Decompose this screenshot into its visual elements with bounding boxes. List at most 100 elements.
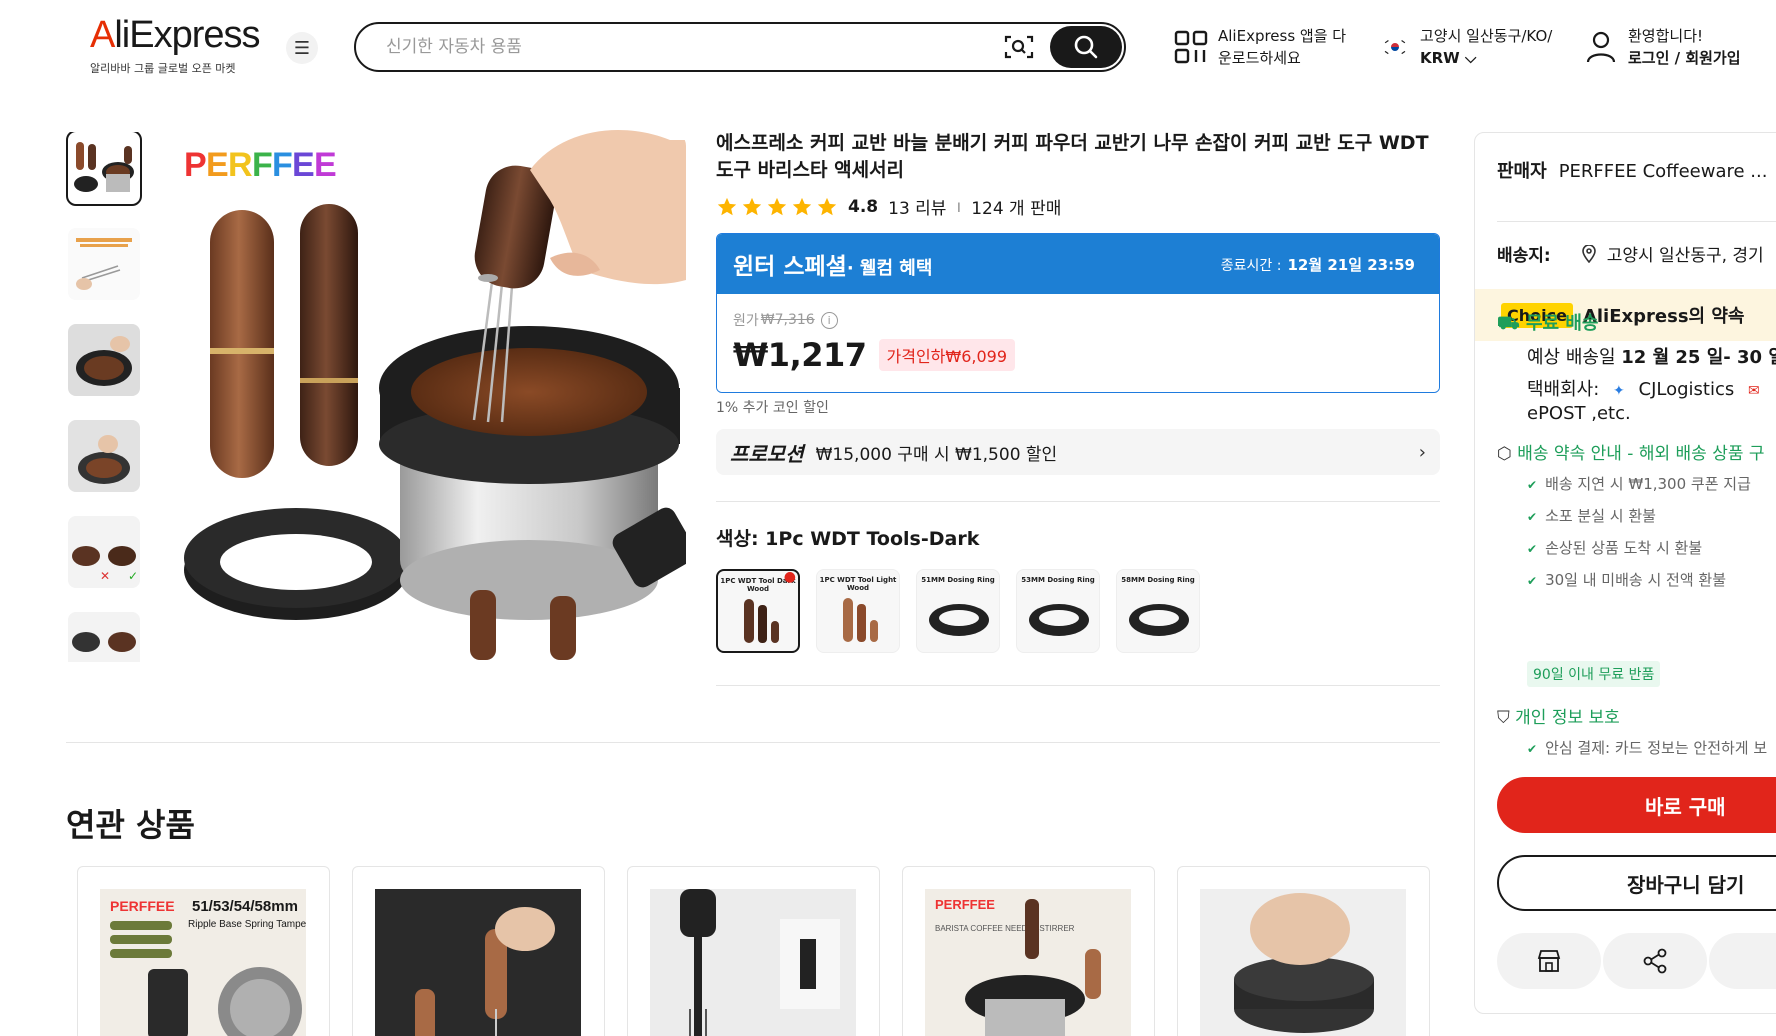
ship-from-value: 고양시 일산동구, 경기: [1606, 246, 1764, 266]
menu-icon[interactable]: ☰: [286, 32, 318, 64]
korea-flag-icon: [1382, 38, 1408, 56]
eta-value: 12 월 25 일- 30 일: [1621, 347, 1776, 368]
sold-count: 124 개 판매: [971, 199, 1062, 219]
guarantee-row[interactable]: ⬡ 배송 약속 안내 - 해외 배송 상품 구: [1497, 439, 1765, 464]
promo-price-box: 윈터 스페셜· 웰컴 혜택 종료시간 : 12월 21일 23:59 원가 ₩7,3…: [716, 233, 1440, 393]
wishlist-button[interactable]: [1709, 933, 1776, 989]
free-shipping-text: 무료 배송: [1525, 313, 1599, 334]
check-icon: ✔: [1527, 742, 1538, 756]
check-icon: ✔: [1527, 478, 1538, 492]
coin-discount-note: 1% 추가 코인 할인: [716, 400, 829, 416]
variant-swatch-4[interactable]: 53MM Dosing Ring: [1016, 569, 1100, 653]
seller-name[interactable]: PERFFEE Coffeeware ...: [1559, 161, 1768, 182]
original-price: ₩7,316: [760, 312, 815, 328]
price-area: 원가 ₩7,316 i ₩1,217 가격인하₩6,099: [717, 294, 1439, 392]
variant-swatch-3[interactable]: 51MM Dosing Ring: [916, 569, 1000, 653]
account-menu[interactable]: 환영합니다! 로그인 / 회원가입: [1586, 22, 1741, 72]
ship-from-row[interactable]: 배송지: 고양시 일산동구, 경기: [1497, 241, 1764, 266]
promo-sub: · 웰컴 혜택: [846, 258, 933, 279]
thumbnail-4[interactable]: [68, 420, 140, 492]
related-product-card[interactable]: [627, 866, 880, 1036]
logo-tagline: 알리바바 그룹 글로벌 오픈 마켓: [90, 62, 236, 75]
promo-name: 윈터 스페셜: [733, 254, 847, 280]
variant-caption: 53MM Dosing Ring: [1021, 576, 1095, 584]
region-selector[interactable]: 고양시 일산동구/KO/ KRW ⌵: [1382, 22, 1552, 72]
variant-caption: 1PC WDT Tool Light Wood: [819, 576, 897, 592]
current-price: ₩1,217: [733, 336, 867, 374]
chevron-right-icon: ›: [1418, 441, 1426, 463]
carrier-row: 택배회사: ✦ CJLogistics ✉: [1527, 375, 1760, 401]
thumbnail-2[interactable]: [68, 228, 140, 300]
user-icon: [1586, 31, 1616, 63]
app-download-text: AliExpress 앱을 다운로드하세요: [1218, 27, 1347, 67]
seller-row[interactable]: 판매자 PERFFEE Coffeeware ...: [1497, 157, 1767, 183]
svg-text:✕: ✕: [100, 569, 110, 583]
variant-swatch-5[interactable]: 58MM Dosing Ring: [1116, 569, 1200, 653]
search-input[interactable]: [386, 34, 1006, 60]
original-price-label: 원가: [733, 313, 759, 329]
free-shipping-row: ⛟ 무료 배송: [1497, 309, 1598, 337]
location-pin-icon: [1581, 244, 1596, 263]
main-product-image[interactable]: P E R F F E E: [170, 130, 686, 660]
review-count[interactable]: 13 리뷰: [888, 194, 946, 219]
svg-text:✓: ✓: [128, 569, 138, 583]
aliexpress-logo[interactable]: AliExpress 알리바바 그룹 글로벌 오픈 마켓: [90, 14, 261, 76]
related-product-card[interactable]: [1177, 866, 1430, 1036]
separator: ı: [956, 196, 962, 217]
guarantee-item: ✔ 손상된 상품 도착 시 환불: [1527, 537, 1702, 558]
variant-label: 색상: 1Pc WDT Tools-Dark: [716, 528, 980, 550]
share-button[interactable]: [1603, 933, 1707, 989]
carrier-name: CJLogistics: [1638, 379, 1735, 400]
related-products: PERFFEE 51/53/54/58mm Ripple Base Spring…: [77, 866, 1430, 1036]
svg-text:E: E: [206, 146, 229, 184]
image-search-icon[interactable]: [1004, 34, 1034, 60]
divider: [716, 685, 1440, 686]
add-to-cart-button[interactable]: 장바구니 담기: [1497, 855, 1776, 911]
thumbnail-1[interactable]: [66, 132, 142, 206]
guarantee-text: 30일 내 미배송 시 전액 환불: [1545, 571, 1726, 589]
search-bar: [354, 22, 1126, 72]
logo-rest: liExpress: [114, 14, 260, 56]
info-icon[interactable]: i: [820, 311, 838, 329]
related-product-image: PERFFEE 51/53/54/58mm Ripple Base Spring…: [100, 889, 306, 1036]
purchase-panel: 판매자 PERFFEE Coffeeware ... 배송지: 고양시 일산동구,…: [1474, 132, 1776, 1014]
truck-icon: ⛟: [1497, 313, 1520, 334]
related-product-card[interactable]: PERFFEE 51/53/54/58mm Ripple Base Spring…: [77, 866, 330, 1036]
variant-swatch-1[interactable]: 1PC WDT Tool Dark Wood ●: [716, 569, 800, 653]
store-button[interactable]: [1497, 933, 1601, 989]
privacy-item: ✔ 안심 결제: 카드 정보는 안전하게 보: [1527, 737, 1767, 758]
guarantee-text: 손상된 상품 도착 시 환불: [1545, 539, 1703, 557]
privacy-row[interactable]: ⛉ 개인 정보 보호: [1497, 703, 1620, 728]
promo-end-time: 12월 21일 23:59: [1287, 255, 1415, 274]
variant-swatches: 1PC WDT Tool Dark Wood ● 1PC WDT Tool Li…: [716, 569, 1440, 653]
thumbnail-image: [68, 612, 140, 662]
rating-row: 4.8 13 리뷰 ı 124 개 판매: [716, 194, 1440, 219]
related-product-card[interactable]: PERFFEE BARISTA COFFEE NEEDLE STIRRER: [902, 866, 1155, 1036]
discount-badge: 가격인하₩6,099: [878, 339, 1016, 371]
thumbnail-3[interactable]: [68, 324, 140, 396]
carrier-more: ePOST ,etc.: [1527, 403, 1631, 424]
privacy-note: 안심 결제: 카드 정보는 안전하게 보: [1545, 739, 1768, 757]
search-button[interactable]: [1050, 26, 1122, 68]
promo-end-label: 종료시간 :: [1220, 257, 1282, 274]
top-header: AliExpress 알리바바 그룹 글로벌 오픈 마켓 ☰ AliExpres…: [0, 0, 1776, 96]
search-icon: [1074, 35, 1098, 59]
qr-code-icon: [1174, 30, 1208, 64]
logo-wordmark: AliExpress: [90, 14, 261, 56]
region-text: 고양시 일산동구/KO/: [1420, 27, 1553, 45]
card-brand: PERFFEE: [110, 898, 175, 914]
login-link[interactable]: 로그인 / 회원가입: [1628, 47, 1741, 69]
promo-banner: 윈터 스페셜· 웰컴 혜택 종료시간 : 12월 21일 23:59: [717, 234, 1439, 294]
thumbnail-5[interactable]: ✕ ✓: [68, 516, 140, 588]
variant-swatch-2[interactable]: 1PC WDT Tool Light Wood: [816, 569, 900, 653]
buy-now-button[interactable]: 바로 구매: [1497, 777, 1776, 833]
app-download[interactable]: AliExpress 앱을 다운로드하세요: [1174, 22, 1358, 72]
related-product-card[interactable]: [352, 866, 605, 1036]
thumbnail-6[interactable]: [68, 612, 140, 662]
related-product-image: [1200, 889, 1406, 1036]
promotion-row[interactable]: 프로모션 ₩15,000 구매 시 ₩1,500 할인 ›: [716, 429, 1440, 475]
star-icon: [767, 197, 787, 215]
card-brand: PERFFEE: [935, 897, 995, 912]
divider: [716, 501, 1440, 502]
svg-text:E: E: [292, 146, 315, 184]
